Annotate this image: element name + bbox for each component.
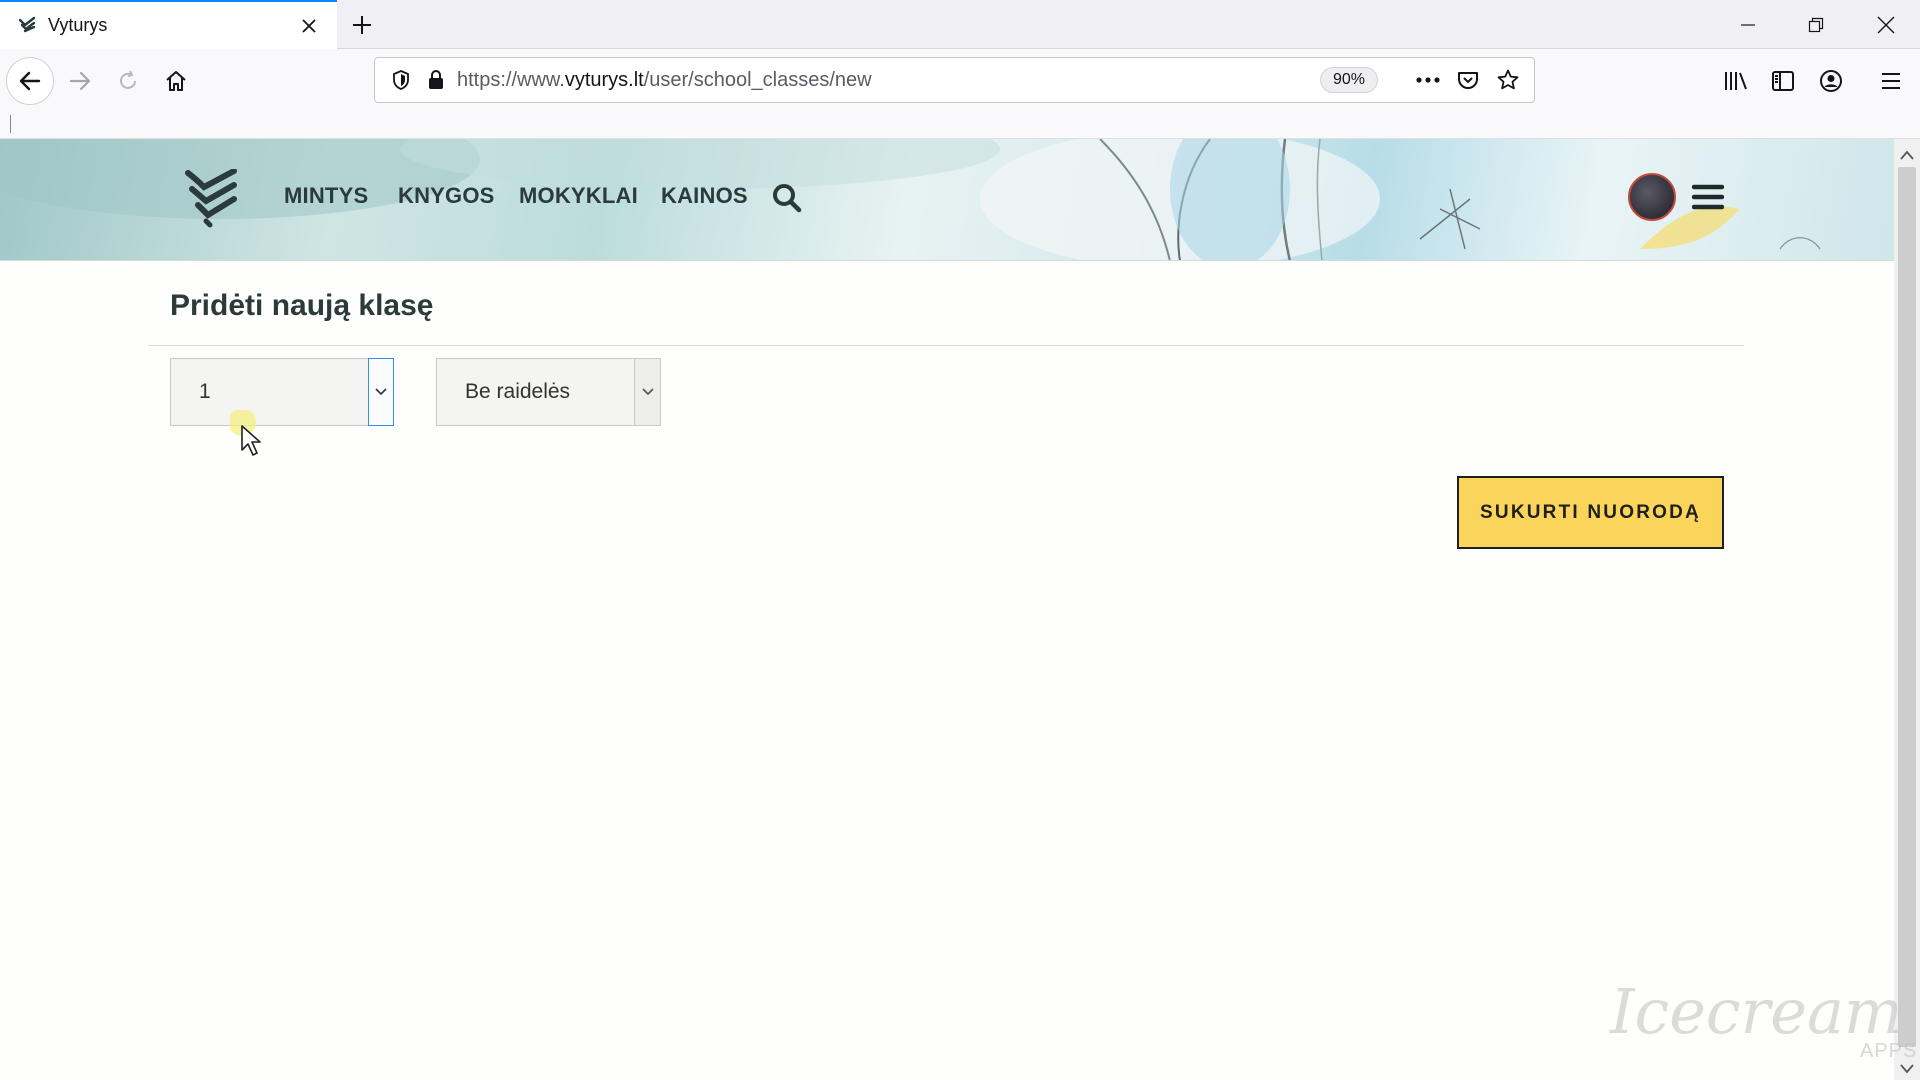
restore-window-icon[interactable]: [1782, 0, 1850, 49]
scrollbar-thumb[interactable]: [1898, 167, 1916, 1047]
title-divider: [148, 345, 1744, 346]
vyturys-logo-icon[interactable]: [184, 168, 238, 234]
url-bar[interactable]: https://www.vyturys.lt/user/school_class…: [374, 57, 1535, 103]
minimize-window-icon[interactable]: [1714, 0, 1782, 49]
reload-icon[interactable]: [104, 57, 152, 105]
grade-select[interactable]: 1: [170, 358, 394, 426]
zoom-level-badge[interactable]: 90%: [1320, 67, 1378, 93]
class-letter-select-value: Be raidelės: [465, 380, 571, 403]
tracking-protection-shield-icon[interactable]: [381, 60, 421, 100]
grade-select-value: 1: [199, 380, 211, 403]
search-icon[interactable]: [772, 183, 802, 218]
url-path: /user/school_classes/new: [643, 68, 872, 91]
app-menu-icon[interactable]: [1871, 61, 1911, 101]
url-domain: vyturys.lt: [564, 68, 644, 91]
account-icon[interactable]: [1811, 61, 1851, 101]
chevron-down-icon[interactable]: [634, 359, 660, 425]
nav-link-mokyklai[interactable]: MOKYKLAI: [519, 183, 638, 209]
icecream-apps-watermark: Icecream: [1610, 975, 1903, 1048]
sidebar-toggle-icon[interactable]: [1763, 61, 1803, 101]
url-text[interactable]: https://www.vyturys.lt/user/school_class…: [457, 69, 1320, 92]
scroll-up-arrow-icon[interactable]: [1900, 147, 1914, 165]
vyturys-favicon-icon: [16, 15, 38, 37]
tab-strip: Vyturys: [0, 0, 1920, 49]
forward-button[interactable]: [56, 57, 104, 105]
text-caret: [10, 115, 11, 133]
close-window-icon[interactable]: [1852, 0, 1920, 49]
page-viewport: MINTYS KNYGOS MOKYKLAI KAINOS Pridėti na…: [0, 139, 1894, 1080]
hamburger-menu-icon[interactable]: [1691, 183, 1725, 216]
scroll-down-arrow-icon[interactable]: [1900, 1061, 1914, 1079]
class-letter-select[interactable]: Be raidelės: [436, 358, 661, 426]
page-title: Pridėti naują klasę: [170, 289, 434, 322]
back-button[interactable]: [6, 57, 54, 105]
page-scrollbar[interactable]: [1894, 139, 1920, 1080]
nav-link-knygos[interactable]: KNYGOS: [398, 183, 495, 209]
bookmark-star-icon[interactable]: [1488, 60, 1528, 100]
page-actions-ellipsis-icon[interactable]: [1408, 60, 1448, 100]
nav-link-kainos[interactable]: KAINOS: [661, 183, 748, 209]
mouse-cursor-icon: [228, 408, 280, 465]
icecream-apps-watermark-sub: APPS: [1860, 1040, 1918, 1062]
chevron-down-icon[interactable]: [368, 358, 394, 426]
pocket-icon[interactable]: [1448, 60, 1488, 100]
site-header: MINTYS KNYGOS MOKYKLAI KAINOS: [0, 139, 1894, 261]
new-tab-button[interactable]: [342, 5, 382, 45]
toolbar-extension-strip: [0, 113, 1920, 139]
create-link-button[interactable]: SUKURTI NUORODĄ: [1457, 476, 1724, 549]
lock-icon[interactable]: [421, 60, 451, 100]
nav-link-mintys[interactable]: MINTYS: [284, 183, 368, 209]
close-tab-icon[interactable]: [289, 6, 329, 46]
avatar[interactable]: [1628, 173, 1676, 221]
library-icon[interactable]: [1716, 61, 1756, 101]
navigation-toolbar: https://www.vyturys.lt/user/school_class…: [0, 49, 1920, 113]
browser-tab[interactable]: Vyturys: [0, 0, 337, 49]
url-prefix: https://www.: [457, 68, 565, 91]
tab-title: Vyturys: [48, 15, 108, 35]
home-icon[interactable]: [152, 57, 200, 105]
